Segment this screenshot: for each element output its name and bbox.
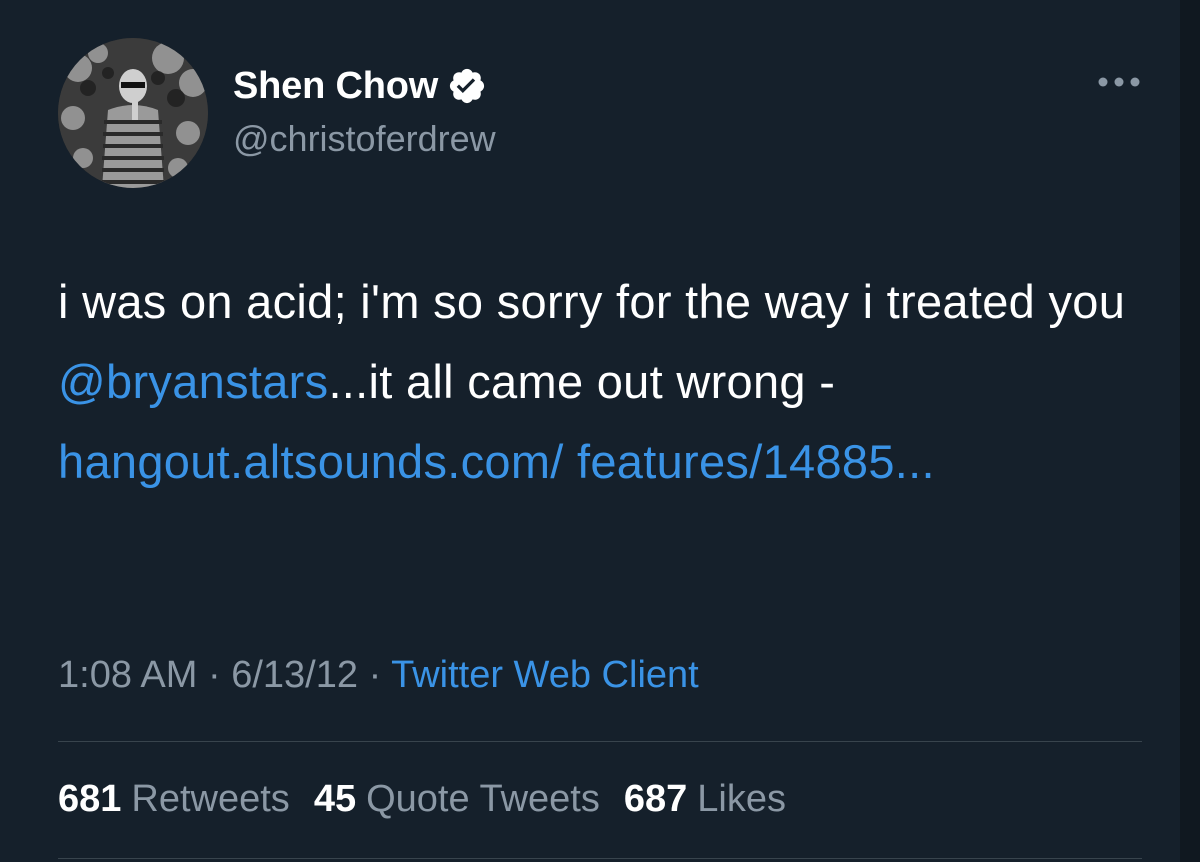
author-display-name[interactable]: Shen Chow xyxy=(233,65,438,108)
quote-tweets-label: Quote Tweets xyxy=(366,778,600,820)
url-link[interactable]: hangout.altsounds.com/ features/14885... xyxy=(58,435,935,488)
tweet-stats: 681 Retweets 45 Quote Tweets 687 Likes xyxy=(58,778,786,821)
tweet-meta: 1:08 AM · 6/13/12 · Twitter Web Client xyxy=(58,654,699,697)
divider xyxy=(58,741,1142,742)
author-handle[interactable]: @christoferdrew xyxy=(233,118,496,160)
author-name-row: Shen Chow xyxy=(233,62,487,110)
meta-separator: · xyxy=(368,654,382,696)
divider xyxy=(58,858,1142,859)
likes-label: Likes xyxy=(697,778,786,820)
retweets-label: Retweets xyxy=(131,778,290,820)
retweets-count: 681 xyxy=(58,778,122,820)
mention-link[interactable]: @bryanstars xyxy=(58,355,328,408)
more-options-icon[interactable] xyxy=(1096,70,1142,94)
meta-separator: · xyxy=(207,654,221,696)
quote-tweets-stat[interactable]: 45 Quote Tweets xyxy=(314,778,600,821)
tweet-text: i was on acid; i'm so sorry for the way … xyxy=(58,262,1138,502)
likes-count: 687 xyxy=(623,778,688,820)
quote-tweets-count: 45 xyxy=(313,778,357,820)
likes-stat[interactable]: 687 Likes xyxy=(624,778,786,821)
tweet-date[interactable]: 6/13/12 xyxy=(231,654,358,696)
verified-badge-icon xyxy=(447,66,487,106)
retweets-stat[interactable]: 681 Retweets xyxy=(58,778,290,821)
scroll-edge xyxy=(1180,0,1200,862)
tweet-time[interactable]: 1:08 AM xyxy=(58,654,197,696)
tweet-card: Shen Chow @christoferdrew i was on acid;… xyxy=(0,0,1200,862)
tweet-source[interactable]: Twitter Web Client xyxy=(391,654,699,696)
tweet-text-part: i was on acid; i'm so sorry for the way … xyxy=(58,275,1126,328)
avatar[interactable] xyxy=(58,38,208,188)
tweet-text-part: ...it all came out wrong - xyxy=(328,355,836,408)
